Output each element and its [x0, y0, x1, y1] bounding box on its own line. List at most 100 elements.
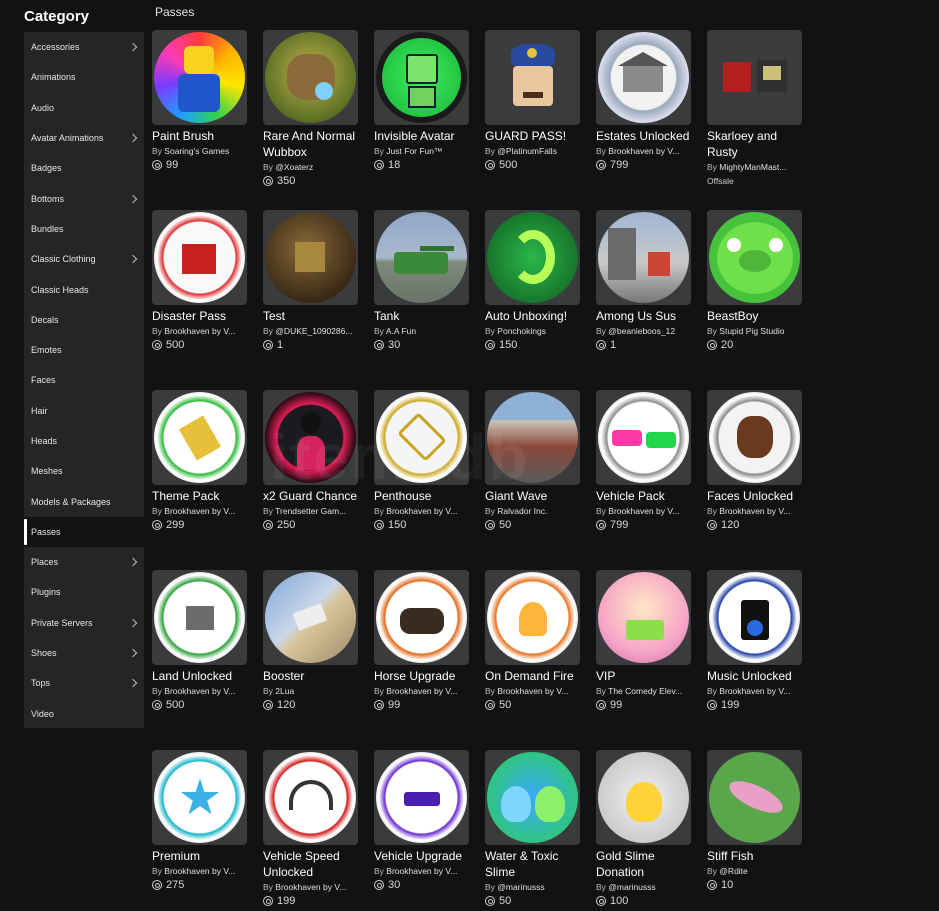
item-card[interactable]: Vehicle Pack By Brookhaven by V... 799	[596, 390, 691, 532]
demand-fire-thumbnail[interactable]	[485, 570, 580, 665]
giant-wave-thumbnail[interactable]	[485, 390, 580, 485]
item-card[interactable]: Premium By Brookhaven by V... 275	[152, 750, 247, 892]
creator-name[interactable]: Just For Fun™	[386, 146, 442, 156]
sidebar-item-places[interactable]: Places	[24, 547, 144, 577]
item-card[interactable]: Among Us Sus By @beanieboos_12 1	[596, 210, 691, 352]
item-name[interactable]: Rare And Normal Wubbox	[263, 128, 358, 160]
item-name[interactable]: Penthouse	[374, 488, 469, 504]
item-creator[interactable]: By Stupid Pig Studio	[707, 326, 802, 336]
booster-thumbnail[interactable]	[263, 570, 358, 665]
sidebar-item-emotes[interactable]: Emotes	[24, 335, 144, 365]
item-name[interactable]: Music Unlocked	[707, 668, 802, 684]
creator-name[interactable]: Brookhaven by V...	[386, 866, 457, 876]
item-creator[interactable]: By Soaring's Games	[152, 146, 247, 156]
item-card[interactable]: On Demand Fire By Brookhaven by V... 50	[485, 570, 580, 712]
item-creator[interactable]: By Brookhaven by V...	[374, 506, 469, 516]
item-creator[interactable]: By Brookhaven by V...	[707, 686, 802, 696]
item-name[interactable]: Paint Brush	[152, 128, 247, 144]
among-us-thumbnail[interactable]	[596, 210, 691, 305]
item-card[interactable]: Test By @DUKE_1090286... 1	[263, 210, 358, 352]
creator-name[interactable]: Brookhaven by V...	[719, 506, 790, 516]
item-creator[interactable]: By Brookhaven by V...	[152, 326, 247, 336]
sidebar-item-classic-heads[interactable]: Classic Heads	[24, 274, 144, 304]
creator-name[interactable]: @Xoaterz	[275, 162, 313, 172]
sidebar-item-passes[interactable]: Passes	[24, 516, 144, 548]
item-creator[interactable]: By Brookhaven by V...	[707, 506, 802, 516]
creator-name[interactable]: Brookhaven by V...	[386, 686, 457, 696]
music-unlocked-thumbnail[interactable]	[707, 570, 802, 665]
item-name[interactable]: Premium	[152, 848, 247, 864]
item-name[interactable]: Booster	[263, 668, 358, 684]
item-card[interactable]: Vehicle Upgrade By Brookhaven by V... 30	[374, 750, 469, 892]
item-name[interactable]: Horse Upgrade	[374, 668, 469, 684]
creator-name[interactable]: Brookhaven by V...	[497, 686, 568, 696]
item-card[interactable]: Vehicle Speed Unlocked By Brookhaven by V…	[263, 750, 358, 908]
vip-thumbnail[interactable]	[596, 570, 691, 665]
pig-thumbnail[interactable]	[707, 210, 802, 305]
creator-name[interactable]: 2Lua	[275, 686, 294, 696]
sidebar-item-badges[interactable]: Badges	[24, 153, 144, 183]
item-creator[interactable]: By Brookhaven by V...	[374, 866, 469, 876]
faces-unlocked-thumbnail[interactable]	[707, 390, 802, 485]
item-creator[interactable]: By Just For Fun™	[374, 146, 469, 156]
estates-thumbnail[interactable]	[596, 30, 691, 125]
speedometer-thumbnail[interactable]	[263, 750, 358, 845]
sidebar-item-meshes[interactable]: Meshes	[24, 456, 144, 486]
creator-name[interactable]: Brookhaven by V...	[164, 866, 235, 876]
item-name[interactable]: Test	[263, 308, 358, 324]
wubbox-thumbnail[interactable]	[263, 30, 358, 125]
sidebar-item-video[interactable]: Video	[24, 699, 144, 729]
sidebar-item-decals[interactable]: Decals	[24, 305, 144, 335]
item-name[interactable]: Gold Slime Donation	[596, 848, 691, 880]
creator-name[interactable]: @marinusss	[497, 882, 544, 892]
invisible-avatar-thumbnail[interactable]	[374, 30, 469, 125]
item-creator[interactable]: By Brookhaven by V...	[152, 686, 247, 696]
item-card[interactable]: Skarloey and Rusty By MightyManMast... Off…	[707, 30, 802, 188]
item-card[interactable]: Faces Unlocked By Brookhaven by V... 120	[707, 390, 802, 532]
vehicle-upgrade-thumbnail[interactable]	[374, 750, 469, 845]
item-name[interactable]: x2 Guard Chance	[263, 488, 358, 504]
vehicle-pack-thumbnail[interactable]	[596, 390, 691, 485]
item-creator[interactable]: By @DUKE_1090286...	[263, 326, 358, 336]
item-card[interactable]: Theme Pack By Brookhaven by V... 299	[152, 390, 247, 532]
item-creator[interactable]: By Brookhaven by V...	[596, 506, 691, 516]
item-name[interactable]: Water & Toxic Slime	[485, 848, 580, 880]
creator-name[interactable]: @Rdite	[719, 866, 747, 876]
guard-thumbnail[interactable]	[485, 30, 580, 125]
item-card[interactable]: Penthouse By Brookhaven by V... 150	[374, 390, 469, 532]
item-card[interactable]: Estates Unlocked By Brookhaven by V... 799	[596, 30, 691, 172]
creator-name[interactable]: Ponchokings	[497, 326, 546, 336]
item-creator[interactable]: By @Xoaterz	[263, 162, 358, 172]
item-card[interactable]: Land Unlocked By Brookhaven by V... 500	[152, 570, 247, 712]
creator-name[interactable]: Stupid Pig Studio	[719, 326, 784, 336]
item-name[interactable]: Land Unlocked	[152, 668, 247, 684]
creator-name[interactable]: Soaring's Games	[164, 146, 229, 156]
sidebar-item-models-packages[interactable]: Models & Packages	[24, 486, 144, 516]
fish-thumbnail[interactable]	[707, 750, 802, 845]
item-card[interactable]: GUARD PASS! By @PlatinumFalls 500	[485, 30, 580, 172]
item-creator[interactable]: By A.A Fun	[374, 326, 469, 336]
creator-name[interactable]: Brookhaven by V...	[608, 146, 679, 156]
item-creator[interactable]: By Brookhaven by V...	[374, 686, 469, 696]
item-name[interactable]: Giant Wave	[485, 488, 580, 504]
sidebar-item-hair[interactable]: Hair	[24, 396, 144, 426]
item-card[interactable]: Rare And Normal Wubbox By @Xoaterz 350	[263, 30, 358, 188]
item-card[interactable]: Stiff Fish By @Rdite 10	[707, 750, 802, 892]
creator-name[interactable]: Trendsetter Gam...	[275, 506, 346, 516]
item-creator[interactable]: By Brookhaven by V...	[152, 506, 247, 516]
sidebar-item-bundles[interactable]: Bundles	[24, 214, 144, 244]
creator-name[interactable]: Brookhaven by V...	[608, 506, 679, 516]
gold-slime-thumbnail[interactable]	[596, 750, 691, 845]
item-card[interactable]: Music Unlocked By Brookhaven by V... 199	[707, 570, 802, 712]
sidebar-item-bottoms[interactable]: Bottoms	[24, 183, 144, 213]
item-name[interactable]: Disaster Pass	[152, 308, 247, 324]
item-creator[interactable]: By Ponchokings	[485, 326, 580, 336]
creator-name[interactable]: Brookhaven by V...	[164, 326, 235, 336]
item-card[interactable]: VIP By The Comedy Elev... 99	[596, 570, 691, 712]
item-creator[interactable]: By The Comedy Elev...	[596, 686, 691, 696]
item-creator[interactable]: By 2Lua	[263, 686, 358, 696]
creator-name[interactable]: Brookhaven by V...	[164, 506, 235, 516]
slime-thumbnail[interactable]	[485, 750, 580, 845]
sidebar-item-accessories[interactable]: Accessories	[24, 32, 144, 62]
item-name[interactable]: Among Us Sus	[596, 308, 691, 324]
